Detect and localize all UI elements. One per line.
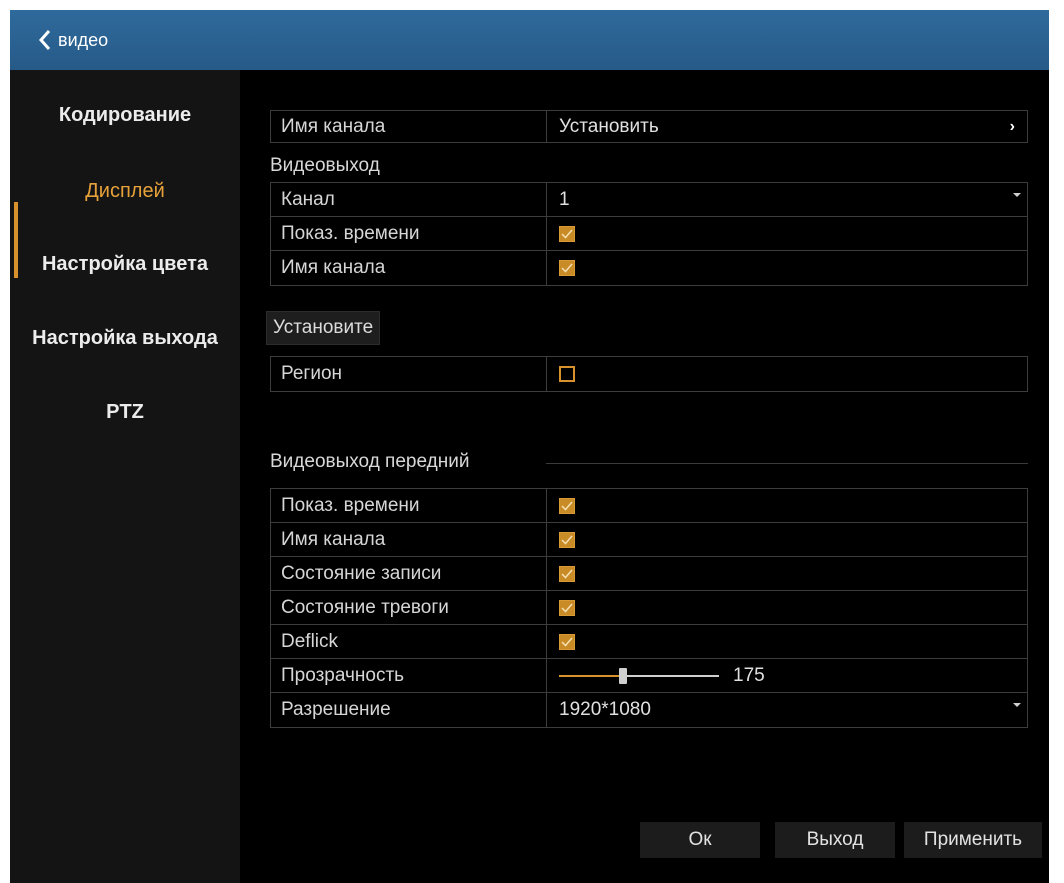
slider-thumb[interactable] [619, 667, 627, 684]
resolution-select[interactable]: 1920*1080 [547, 693, 1027, 727]
front-channel-name-label: Имя канала [271, 523, 547, 556]
region-row: Регион [270, 356, 1028, 392]
video-out-title: Видеовыход [270, 155, 380, 176]
front-section-title: Видеовыход передний [270, 451, 469, 473]
transparency-row: Прозрачность 175 [271, 659, 1027, 693]
transparency-cell: 175 [547, 659, 1027, 692]
channel-name-toggle-label: Имя канала [271, 251, 547, 285]
deflick-checkbox[interactable] [559, 633, 575, 650]
deflick-row: Deflick [271, 625, 1027, 659]
exit-button[interactable]: Выход [775, 822, 895, 858]
chevron-right-icon[interactable]: › [1010, 118, 1015, 136]
channel-label: Канал [271, 183, 547, 216]
channel-value: 1 [559, 188, 570, 210]
channel-name-checkbox[interactable] [559, 260, 575, 276]
resolution-label: Разрешение [271, 693, 547, 727]
set-button[interactable]: Установите [266, 311, 381, 345]
divider [546, 463, 1028, 464]
video-out-section-title: Видеовыход [270, 155, 388, 177]
transparency-label: Прозрачность [271, 659, 547, 692]
checkmark-icon [561, 637, 573, 647]
deflick-cell [547, 625, 1027, 658]
sidebar-item-encoding[interactable]: Кодирование [10, 104, 240, 127]
front-show-time-label: Показ. времени [271, 489, 547, 522]
region-label: Регион [271, 357, 547, 391]
alarm-state-checkbox[interactable] [559, 599, 575, 616]
channel-name-toggle-cell [547, 251, 1027, 285]
checkmark-icon [561, 603, 573, 613]
back-label: видео [58, 29, 109, 50]
checkmark-icon [561, 501, 573, 511]
record-state-label: Состояние записи [271, 557, 547, 590]
sidebar-item-ptz[interactable]: PTZ [10, 401, 240, 424]
back-button[interactable]: видео [38, 29, 108, 51]
channel-name-value-cell: Установить › [547, 111, 1027, 142]
show-time-cell [547, 217, 1027, 250]
show-time-row: Показ. времени [271, 217, 1027, 251]
channel-name-row[interactable]: Имя канала Установить › [270, 110, 1028, 143]
checkmark-icon [561, 569, 573, 579]
resolution-row: Разрешение 1920*1080 [271, 693, 1027, 727]
front-channel-name-row: Имя канала [271, 523, 1027, 557]
slider-track [627, 674, 719, 677]
transparency-value: 175 [733, 664, 765, 686]
region-checkbox[interactable] [559, 366, 575, 382]
alarm-state-cell [547, 591, 1027, 624]
region-cell [547, 357, 1027, 391]
alarm-state-label: Состояние тревоги [271, 591, 547, 624]
show-time-checkbox[interactable] [559, 225, 575, 242]
sidebar-item-color[interactable]: Настройка цвета [10, 253, 240, 276]
sidebar-item-display[interactable]: Дисплей [10, 180, 240, 203]
front-show-time-cell [547, 489, 1027, 522]
video-out-group: Канал 1 Показ. времени Имя канала [270, 182, 1028, 286]
checkmark-icon [561, 263, 573, 273]
checkmark-icon [561, 229, 573, 239]
channel-name-label: Имя канала [271, 111, 547, 142]
front-show-time-checkbox[interactable] [559, 497, 575, 514]
chevron-left-icon [38, 30, 51, 50]
checkmark-icon [561, 535, 573, 545]
settings-window: видео Кодирование Дисплей Настройка цвет… [10, 10, 1049, 883]
front-group: Показ. времени Имя канала Состояние запи… [270, 488, 1028, 728]
channel-name-toggle-row: Имя канала [271, 251, 1027, 285]
channel-select[interactable]: 1 [547, 183, 1027, 216]
apply-button[interactable]: Применить [904, 822, 1042, 858]
front-channel-name-checkbox[interactable] [559, 531, 575, 548]
front-show-time-row: Показ. времени [271, 489, 1027, 523]
ok-button[interactable]: Ок [640, 822, 760, 858]
record-state-row: Состояние записи [271, 557, 1027, 591]
show-time-label: Показ. времени [271, 217, 547, 250]
dropdown-arrow-icon [1013, 703, 1021, 707]
main-panel: Имя канала Установить › Видеовыход Канал… [240, 70, 1049, 883]
sidebar-item-output[interactable]: Настройка выхода [10, 327, 240, 350]
channel-name-value: Установить [559, 115, 659, 137]
channel-row: Канал 1 [271, 183, 1027, 217]
title-bar: видео [10, 10, 1049, 70]
front-title: Видеовыход передний [270, 451, 470, 472]
resolution-value: 1920*1080 [559, 699, 651, 720]
front-channel-name-cell [547, 523, 1027, 556]
deflick-label: Deflick [271, 625, 547, 658]
record-state-checkbox[interactable] [559, 565, 575, 582]
sidebar: Кодирование Дисплей Настройка цвета Наст… [10, 70, 240, 883]
alarm-state-row: Состояние тревоги [271, 591, 1027, 625]
record-state-cell [547, 557, 1027, 590]
dropdown-arrow-icon [1013, 193, 1021, 197]
slider-fill [559, 674, 619, 677]
transparency-slider[interactable] [559, 666, 719, 686]
